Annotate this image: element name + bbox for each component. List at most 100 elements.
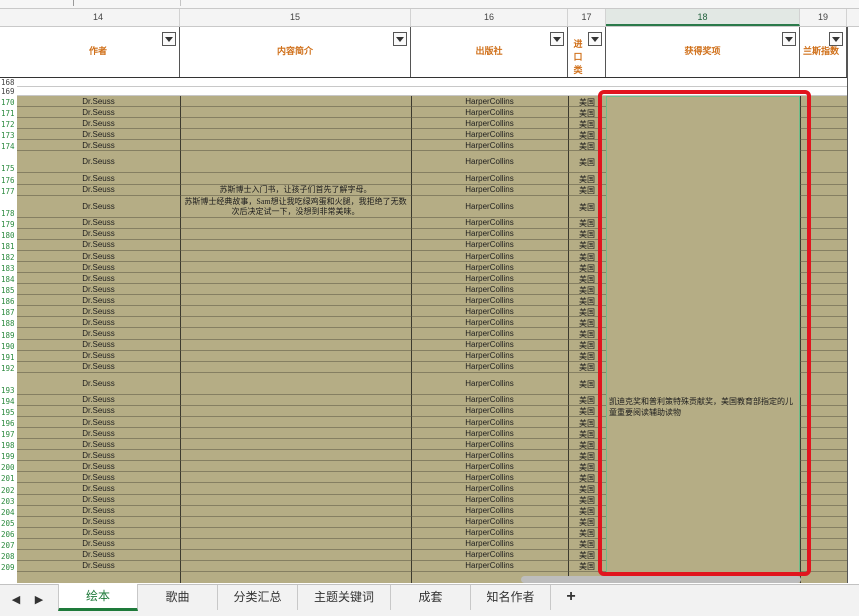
cell-author[interactable]: Dr.Seuss bbox=[17, 340, 180, 349]
cell-publisher[interactable]: HarperCollins bbox=[411, 285, 568, 294]
cell-author[interactable]: Dr.Seuss bbox=[17, 157, 180, 166]
cell-publisher[interactable]: HarperCollins bbox=[411, 108, 568, 117]
row-number[interactable]: 169 bbox=[0, 87, 17, 96]
cell-author[interactable]: Dr.Seuss bbox=[17, 539, 180, 548]
row-number[interactable]: 177 bbox=[0, 187, 17, 196]
row-number[interactable]: 180 bbox=[0, 231, 17, 240]
cell-author[interactable]: Dr.Seuss bbox=[17, 108, 180, 117]
column-number-17[interactable]: 17 bbox=[568, 9, 606, 26]
cell-publisher[interactable]: HarperCollins bbox=[411, 130, 568, 139]
cell-author[interactable]: Dr.Seuss bbox=[17, 240, 180, 249]
cell-description[interactable]: 苏斯博士经典故事，Sam想让我吃绿鸡蛋和火腿，我拒绝了无数次后决定试一下，没想到… bbox=[183, 197, 408, 217]
row-number[interactable]: 205 bbox=[0, 519, 17, 528]
row-number[interactable]: 183 bbox=[0, 264, 17, 273]
row-number[interactable]: 174 bbox=[0, 142, 17, 151]
cell-author[interactable]: Dr.Seuss bbox=[17, 307, 180, 316]
cell-description[interactable]: 苏斯博士入门书，让孩子们首先了解字母。 bbox=[183, 185, 408, 195]
filter-dropdown-icon[interactable] bbox=[162, 32, 176, 46]
cell-publisher[interactable]: HarperCollins bbox=[411, 539, 568, 548]
column-number-19[interactable]: 19 bbox=[800, 9, 847, 26]
row-number[interactable]: 209 bbox=[0, 563, 17, 572]
add-sheet-icon[interactable]: + bbox=[563, 587, 579, 607]
tab-sets[interactable]: 成套 bbox=[391, 585, 471, 610]
cell-publisher[interactable]: HarperCollins bbox=[411, 119, 568, 128]
row-number[interactable]: 206 bbox=[0, 530, 17, 539]
cell-publisher[interactable]: HarperCollins bbox=[411, 340, 568, 349]
cell-author[interactable]: Dr.Seuss bbox=[17, 329, 180, 338]
cell-publisher[interactable]: HarperCollins bbox=[411, 429, 568, 438]
cell-publisher[interactable]: HarperCollins bbox=[411, 218, 568, 227]
cell-publisher[interactable]: HarperCollins bbox=[411, 406, 568, 415]
tab-picture-books[interactable]: 绘本 bbox=[58, 584, 138, 611]
row-number[interactable]: 203 bbox=[0, 497, 17, 506]
row-number[interactable]: 200 bbox=[0, 463, 17, 472]
cell-author[interactable]: Dr.Seuss bbox=[17, 440, 180, 449]
header-awards[interactable]: 获得奖项 bbox=[606, 27, 800, 77]
row-number[interactable]: 184 bbox=[0, 275, 17, 284]
row-number[interactable]: 185 bbox=[0, 286, 17, 295]
row-number[interactable]: 188 bbox=[0, 319, 17, 328]
cell-publisher[interactable]: HarperCollins bbox=[411, 229, 568, 238]
row-number[interactable]: 176 bbox=[0, 176, 17, 185]
cell-publisher[interactable]: HarperCollins bbox=[411, 174, 568, 183]
row-number[interactable]: 197 bbox=[0, 430, 17, 439]
row-number[interactable]: 179 bbox=[0, 220, 17, 229]
cell-author[interactable]: Dr.Seuss bbox=[17, 517, 180, 526]
cell-author[interactable]: Dr.Seuss bbox=[17, 285, 180, 294]
cell-publisher[interactable]: HarperCollins bbox=[411, 379, 568, 388]
row-number[interactable]: 186 bbox=[0, 297, 17, 306]
cell-author[interactable]: Dr.Seuss bbox=[17, 141, 180, 150]
cell-author[interactable]: Dr.Seuss bbox=[17, 379, 180, 388]
filter-dropdown-icon[interactable] bbox=[393, 32, 407, 46]
row-number[interactable]: 208 bbox=[0, 552, 17, 561]
cell-author[interactable]: Dr.Seuss bbox=[17, 462, 180, 471]
cell-author[interactable]: Dr.Seuss bbox=[17, 495, 180, 504]
cell-publisher[interactable]: HarperCollins bbox=[411, 395, 568, 404]
cell-author[interactable]: Dr.Seuss bbox=[17, 429, 180, 438]
cell-author[interactable]: Dr.Seuss bbox=[17, 506, 180, 515]
cell-author[interactable]: Dr.Seuss bbox=[17, 550, 180, 559]
tab-famous-authors[interactable]: 知名作者 bbox=[471, 585, 551, 610]
cell-publisher[interactable]: HarperCollins bbox=[411, 517, 568, 526]
header-author[interactable]: 作者 bbox=[17, 27, 180, 77]
cell-publisher[interactable]: HarperCollins bbox=[411, 252, 568, 261]
row-number[interactable]: 181 bbox=[0, 242, 17, 251]
row-number[interactable]: 194 bbox=[0, 397, 17, 406]
cell-publisher[interactable]: HarperCollins bbox=[411, 157, 568, 166]
row-number[interactable]: 168 bbox=[0, 78, 17, 87]
row-number[interactable]: 192 bbox=[0, 364, 17, 373]
row-number[interactable]: 173 bbox=[0, 131, 17, 140]
cell-author[interactable]: Dr.Seuss bbox=[17, 406, 180, 415]
column-number-15[interactable]: 15 bbox=[180, 9, 411, 26]
cell-author[interactable]: Dr.Seuss bbox=[17, 473, 180, 482]
cell-author[interactable]: Dr.Seuss bbox=[17, 252, 180, 261]
tab-songs[interactable]: 歌曲 bbox=[138, 585, 218, 610]
cell-author[interactable]: Dr.Seuss bbox=[17, 362, 180, 371]
cell-author[interactable]: Dr.Seuss bbox=[17, 218, 180, 227]
row-number[interactable]: 171 bbox=[0, 109, 17, 118]
cell-author[interactable]: Dr.Seuss bbox=[17, 119, 180, 128]
row-number[interactable]: 202 bbox=[0, 486, 17, 495]
filter-dropdown-icon[interactable] bbox=[829, 32, 843, 46]
cell-author[interactable]: Dr.Seuss bbox=[17, 229, 180, 238]
cell-author[interactable]: Dr.Seuss bbox=[17, 451, 180, 460]
tab-theme-keywords[interactable]: 主题关键词 bbox=[298, 585, 391, 610]
column-number-16[interactable]: 16 bbox=[411, 9, 568, 26]
cell-publisher[interactable]: HarperCollins bbox=[411, 263, 568, 272]
cell-publisher[interactable]: HarperCollins bbox=[411, 318, 568, 327]
row-number[interactable]: 195 bbox=[0, 408, 17, 417]
cell-author[interactable]: Dr.Seuss bbox=[17, 318, 180, 327]
horizontal-scrollbar[interactable] bbox=[521, 576, 801, 583]
cell-author[interactable]: Dr.Seuss bbox=[17, 484, 180, 493]
cell-publisher[interactable]: HarperCollins bbox=[411, 141, 568, 150]
header-import-category[interactable]: 进口类别 bbox=[568, 27, 606, 88]
cell-publisher[interactable]: HarperCollins bbox=[411, 362, 568, 371]
cell-author[interactable]: Dr.Seuss bbox=[17, 185, 180, 194]
cell-publisher[interactable]: HarperCollins bbox=[411, 185, 568, 194]
row-number[interactable]: 207 bbox=[0, 541, 17, 550]
row-number[interactable]: 191 bbox=[0, 353, 17, 362]
row-number[interactable]: 201 bbox=[0, 474, 17, 483]
cell-publisher[interactable]: HarperCollins bbox=[411, 202, 568, 211]
column-number-18[interactable]: 18 bbox=[606, 9, 800, 26]
row-number[interactable]: 182 bbox=[0, 253, 17, 262]
